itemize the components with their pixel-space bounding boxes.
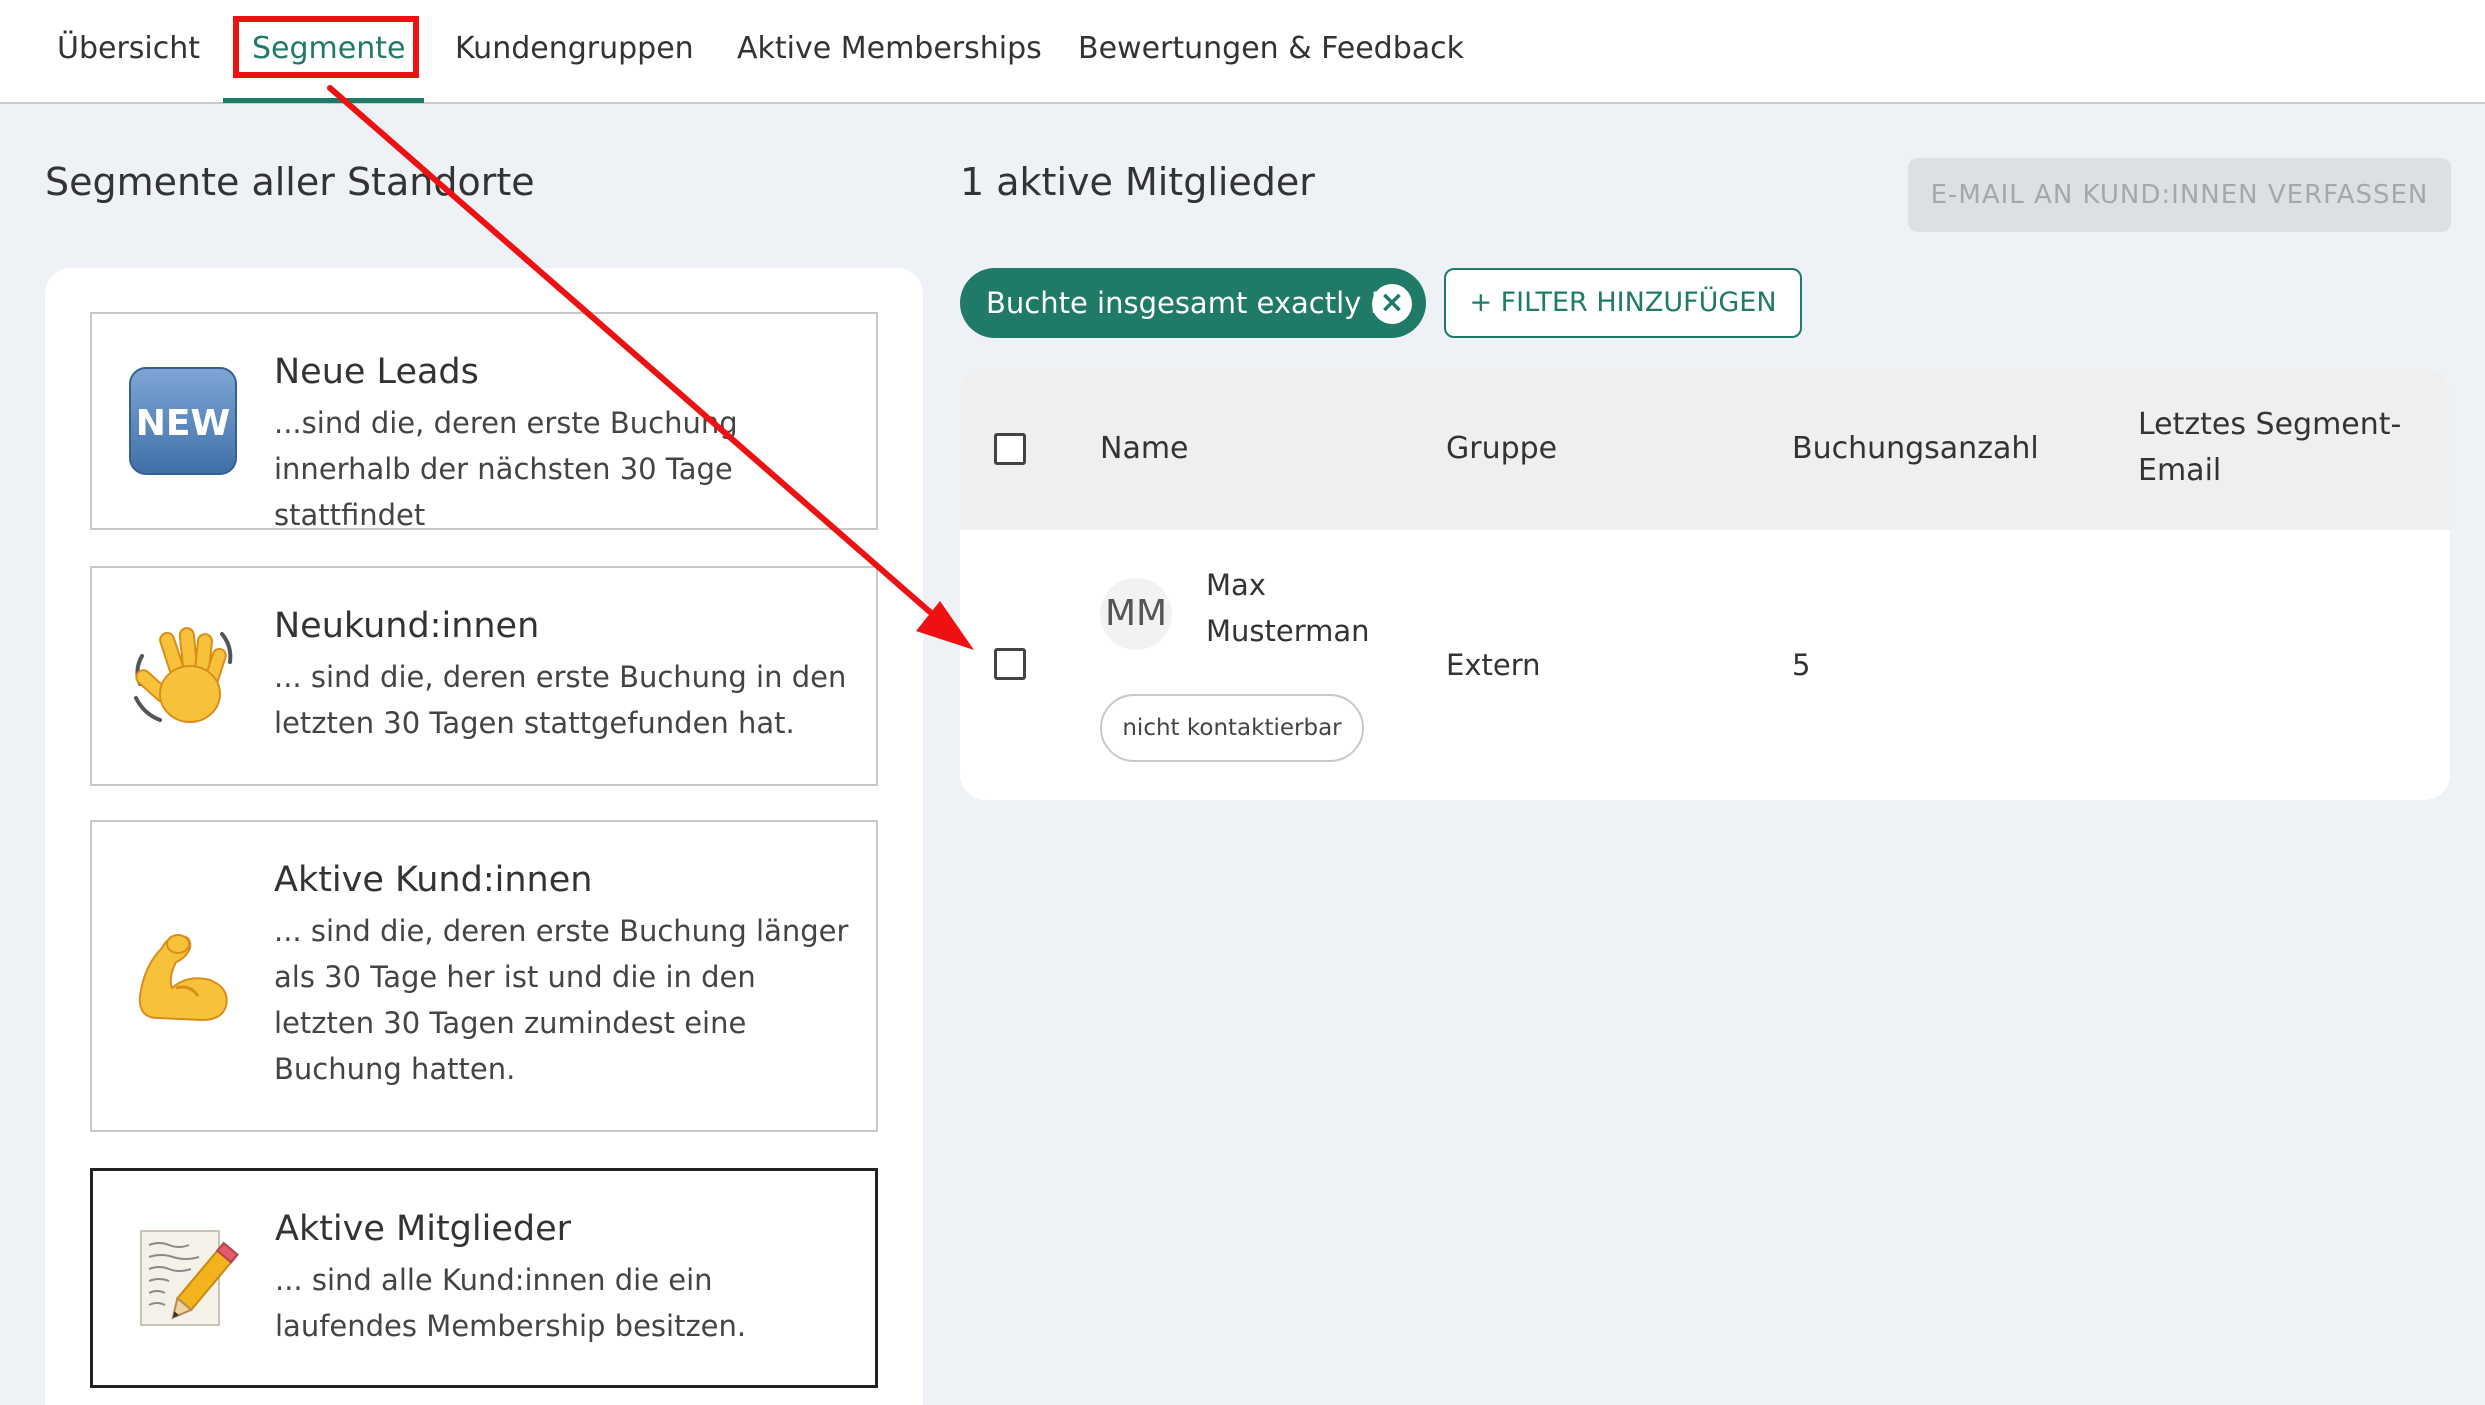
members-table: Name Gruppe Buchungsanzahl Letztes Segme…	[960, 368, 2450, 800]
segment-card-aktive-kundinnen[interactable]: Aktive Kund:innen ... sind die, deren er…	[90, 820, 878, 1132]
tab-bewertungen-feedback[interactable]: Bewertungen & Feedback	[1078, 26, 1464, 72]
tab-kundengruppen[interactable]: Kundengruppen	[455, 26, 694, 72]
segment-description: ...sind die, deren erste Buchung innerha…	[274, 406, 738, 532]
column-header-buchungsanzahl[interactable]: Buchungsanzahl	[1792, 426, 2039, 472]
segment-title: Aktive Mitglieder	[275, 1209, 572, 1249]
column-header-gruppe[interactable]: Gruppe	[1446, 426, 1557, 472]
table-header: Name Gruppe Buchungsanzahl Letztes Segme…	[960, 368, 2450, 530]
filter-chip-label: Buchte insgesamt exactly 5	[986, 286, 1390, 320]
member-group: Extern	[1446, 648, 1541, 682]
svg-text:NEW: NEW	[136, 403, 230, 444]
segment-description: ... sind die, deren erste Buchung länger…	[274, 914, 849, 1086]
row-checkbox[interactable]	[994, 648, 1026, 680]
add-filter-button[interactable]: + FILTER HINZUFÜGEN	[1444, 268, 1802, 338]
segment-title: Neukund:innen	[274, 606, 540, 646]
column-header-name[interactable]: Name	[1100, 426, 1189, 472]
avatar: MM	[1100, 578, 1172, 650]
segment-title: Neue Leads	[274, 352, 479, 392]
waving-hand-icon	[134, 627, 233, 723]
filter-chip[interactable]: Buchte insgesamt exactly 5 ×	[960, 268, 1426, 338]
new-icon: NEW	[129, 367, 237, 475]
tab-uebersicht[interactable]: Übersicht	[57, 26, 200, 72]
segment-list-panel: NEW Neue Leads ...sind die, deren erste …	[45, 268, 923, 1405]
status-badge: nicht kontaktierbar	[1100, 694, 1364, 762]
segment-title: Aktive Kund:innen	[274, 860, 593, 900]
member-name[interactable]: Max Musterman	[1206, 562, 1406, 654]
segment-description: ... sind alle Kund:innen die ein laufend…	[275, 1263, 747, 1343]
flexed-biceps-icon	[138, 934, 228, 1022]
segments-title: Segmente aller Standorte	[45, 160, 535, 204]
annotation-highlight-box	[233, 16, 419, 78]
active-tab-indicator	[223, 98, 424, 103]
tab-aktive-memberships[interactable]: Aktive Memberships	[737, 26, 1042, 72]
segment-card-aktive-mitglieder[interactable]: Aktive Mitglieder ... sind alle Kund:inn…	[90, 1168, 878, 1388]
members-count-title: 1 aktive Mitglieder	[960, 160, 1315, 204]
memo-pencil-icon	[140, 1230, 239, 1326]
select-all-checkbox[interactable]	[994, 433, 1026, 465]
compose-email-button[interactable]: E-MAIL AN KUND:INNEN VERFASSEN	[1908, 158, 2451, 232]
close-icon[interactable]: ×	[1372, 284, 1412, 324]
segment-card-neue-leads[interactable]: NEW Neue Leads ...sind die, deren erste …	[90, 312, 878, 532]
segment-card-neukundinnen[interactable]: Neukund:innen ... sind die, deren erste …	[90, 566, 878, 786]
member-bookings: 5	[1792, 648, 1811, 682]
column-header-letztes-segment-email[interactable]: Letztes Segment-Email	[2138, 402, 2408, 494]
segment-description: ... sind die, deren erste Buchung in den…	[274, 660, 847, 740]
